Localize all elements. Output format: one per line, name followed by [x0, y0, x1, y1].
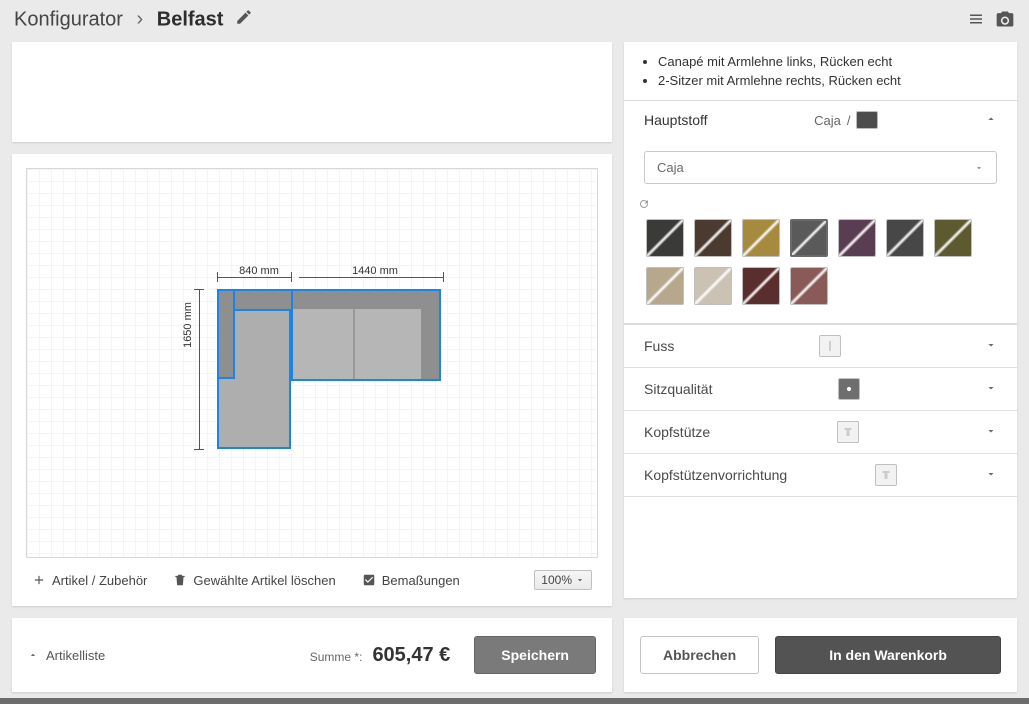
breadcrumb-current: Belfast	[157, 8, 224, 30]
canape-back-left	[217, 289, 235, 379]
artikelliste-label: Artikelliste	[46, 648, 105, 663]
hauptstoff-slash: /	[847, 113, 851, 128]
swatch-caja-cream[interactable]	[694, 267, 732, 305]
fuss-label: Fuss	[644, 338, 674, 354]
dimensions-toggle[interactable]: Bemaßungen	[362, 573, 460, 588]
chevron-down-icon	[985, 381, 997, 397]
kopfv-thumb	[875, 464, 897, 486]
swatch-caja-wine[interactable]	[742, 267, 780, 305]
hauptstoff-current: Caja	[814, 113, 841, 128]
section-sitzqualitaet[interactable]: Sitzqualität	[624, 367, 1017, 410]
cancel-button[interactable]: Abbrechen	[640, 636, 759, 674]
chevron-up-icon	[985, 112, 997, 128]
breadcrumb-root[interactable]: Konfigurator	[14, 8, 123, 30]
swatch-caja-black[interactable]	[646, 219, 684, 257]
preview-panel	[12, 42, 612, 142]
footer-bar	[0, 698, 1029, 704]
add-to-cart-button[interactable]: In den Warenkorb	[775, 636, 1001, 674]
twositzer-element[interactable]	[291, 289, 441, 381]
sofa-assembly[interactable]: 840 mm 1440 mm 1650 mm 930 mm	[217, 289, 441, 449]
swatch-caja-olive[interactable]	[934, 219, 972, 257]
list-view-icon[interactable]	[967, 10, 985, 31]
edit-title-icon[interactable]	[235, 8, 253, 32]
sitz-thumb	[838, 378, 860, 400]
fabric-family-value: Caja	[657, 160, 684, 175]
artikelliste-toggle[interactable]: Artikelliste	[28, 648, 105, 663]
hauptstoff-thumb	[856, 111, 878, 129]
save-button[interactable]: Speichern	[474, 636, 596, 674]
refresh-icon[interactable]	[638, 198, 650, 213]
section-hauptstoff[interactable]: Hauptstoff Caja /	[624, 100, 1017, 139]
screenshot-icon[interactable]	[995, 9, 1015, 32]
config-item-2: 2-Sitzer mit Armlehne rechts, Rücken ech…	[658, 73, 997, 88]
config-item-1: Canapé mit Armlehne links, Rücken echt	[658, 54, 997, 69]
chevron-down-icon	[985, 424, 997, 440]
breadcrumb: Konfigurator › Belfast	[14, 8, 253, 32]
dim-height-total: 1650 mm	[182, 302, 194, 348]
section-kopfstuetze[interactable]: Kopfstütze	[624, 410, 1017, 453]
swatch-caja-sand[interactable]	[646, 267, 684, 305]
dim-width-twositzer: 1440 mm	[305, 265, 445, 277]
fabric-family-select[interactable]: Caja	[644, 151, 997, 184]
sum-value: 605,47 €	[372, 644, 450, 667]
section-kopfstuetzenvorrichtung[interactable]: Kopfstützenvorrichtung	[624, 453, 1017, 497]
swatch-caja-ochre[interactable]	[742, 219, 780, 257]
chevron-down-icon	[985, 467, 997, 483]
zoom-select[interactable]: 100%	[534, 570, 592, 590]
dim-width-canape: 840 mm	[217, 265, 301, 277]
add-article-label: Artikel / Zubehör	[52, 573, 147, 588]
swatch-caja-charcoal[interactable]	[886, 219, 924, 257]
section-fuss[interactable]: Fuss	[624, 324, 1017, 367]
canvas-grid[interactable]: 840 mm 1440 mm 1650 mm 930 mm	[26, 168, 598, 558]
kopf-thumb	[837, 421, 859, 443]
hauptstoff-label: Hauptstoff	[644, 112, 708, 128]
delete-selected-button[interactable]: Gewählte Artikel löschen	[173, 573, 335, 588]
fuss-thumb	[819, 335, 841, 357]
sitz-label: Sitzqualität	[644, 381, 712, 397]
breadcrumb-sep: ›	[137, 8, 144, 30]
swatch-caja-plum[interactable]	[838, 219, 876, 257]
config-panel: Canapé mit Armlehne links, Rücken echt 2…	[624, 42, 1017, 598]
canvas-panel: 840 mm 1440 mm 1650 mm 930 mm	[12, 154, 612, 606]
chevron-down-icon	[985, 338, 997, 354]
swatch-caja-grey[interactable]	[790, 219, 828, 257]
zoom-value: 100%	[541, 573, 572, 587]
swatch-caja-mauve[interactable]	[790, 267, 828, 305]
swatch-caja-brown[interactable]	[694, 219, 732, 257]
kopfv-label: Kopfstützenvorrichtung	[644, 467, 787, 483]
delete-selected-label: Gewählte Artikel löschen	[193, 573, 335, 588]
add-article-button[interactable]: Artikel / Zubehör	[32, 573, 147, 588]
dimensions-toggle-label: Bemaßungen	[382, 573, 460, 588]
fabric-swatches	[646, 219, 997, 305]
kopf-label: Kopfstütze	[644, 424, 710, 440]
sum-label: Summe *:	[310, 650, 363, 664]
